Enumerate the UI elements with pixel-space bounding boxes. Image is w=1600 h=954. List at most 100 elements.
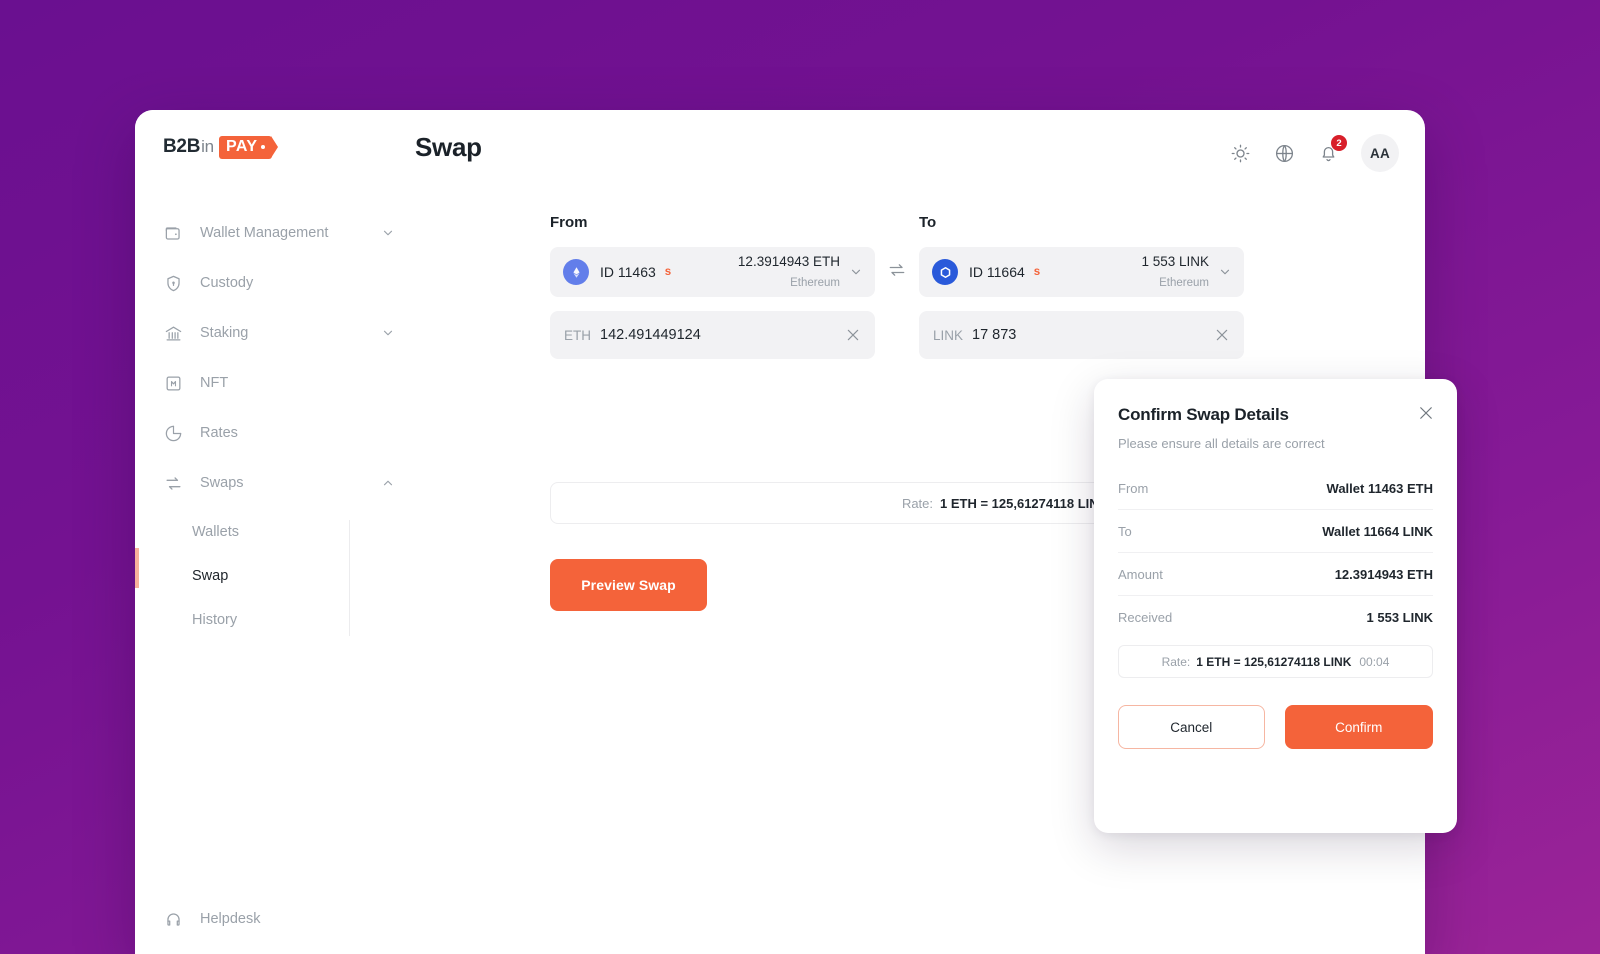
page-title: Swap xyxy=(415,132,482,162)
confirm-swap-modal: Confirm Swap Details Please ensure all d… xyxy=(1094,379,1457,833)
chevron-down-icon[interactable] xyxy=(849,265,863,279)
to-network: Ethereum xyxy=(1159,277,1209,289)
sidebar-item-swaps[interactable]: Swaps xyxy=(135,458,415,508)
swap-loop-icon xyxy=(163,473,183,493)
sidebar-item-custody[interactable]: Custody xyxy=(135,258,415,308)
modal-rate-timer: 00:04 xyxy=(1359,654,1390,669)
close-icon[interactable] xyxy=(845,327,861,343)
sidebar-item-label: Custody xyxy=(200,275,254,291)
to-amount-field[interactable]: LINK 17 873 xyxy=(919,311,1244,359)
from-label: From xyxy=(550,214,588,231)
sidebar-item-label: Wallet Management xyxy=(200,225,329,241)
from-wallet-balance: 12.3914943 ETH Ethereum xyxy=(738,252,840,292)
detail-row-from: From Wallet 11463 ETH xyxy=(1118,467,1433,510)
chevron-down-icon[interactable] xyxy=(381,326,395,340)
from-currency-label: ETH xyxy=(564,327,591,343)
swap-columns: From ID 11463 s 12.3914943 ETH Ethereum xyxy=(550,214,1244,359)
from-wallet-select[interactable]: ID 11463 s 12.3914943 ETH Ethereum xyxy=(550,247,875,297)
sidebar-item-nft[interactable]: NFT xyxy=(135,358,415,408)
modal-rate-value: 1 ETH = 125,61274118 LINK xyxy=(1196,654,1352,669)
sidebar-item-wallets[interactable]: Wallets xyxy=(135,510,415,554)
avatar[interactable]: AA xyxy=(1361,134,1399,172)
sidebar-item-label: Helpdesk xyxy=(200,911,261,927)
header-actions: 2 AA xyxy=(1229,132,1399,174)
modal-title: Confirm Swap Details xyxy=(1118,405,1289,424)
logo-in-text: in xyxy=(201,137,214,156)
bank-icon xyxy=(163,323,183,343)
close-icon[interactable] xyxy=(1417,404,1435,422)
sidebar-subitem-label: Wallets xyxy=(192,524,239,540)
sidebar-item-label: Swaps xyxy=(200,475,244,491)
rate-label: Rate: xyxy=(901,495,934,511)
detail-key: Amount xyxy=(1118,566,1163,582)
wallet-icon xyxy=(163,223,183,243)
sidebar-item-helpdesk[interactable]: Helpdesk xyxy=(135,884,415,954)
detail-value: Wallet 11463 ETH xyxy=(1326,480,1433,496)
sidebar-item-label: NFT xyxy=(200,375,229,391)
globe-icon[interactable] xyxy=(1273,142,1295,164)
swap-from-column: From ID 11463 s 12.3914943 ETH Ethereum xyxy=(550,214,875,359)
pie-chart-icon xyxy=(163,423,183,443)
to-wallet-id: ID 11664 xyxy=(969,264,1025,280)
sidebar-item-wallet-management[interactable]: Wallet Management xyxy=(135,208,415,258)
bell-icon[interactable]: 2 xyxy=(1317,135,1347,164)
sidebar-submenu-swaps: Wallets Swap History xyxy=(135,510,415,642)
swap-direction-icon[interactable] xyxy=(875,245,919,295)
sidebar-item-swap[interactable]: Swap xyxy=(135,554,415,598)
chevron-up-icon[interactable] xyxy=(381,476,395,490)
sidebar-subitem-label: History xyxy=(192,612,238,628)
to-currency-label: LINK xyxy=(933,327,964,343)
to-label: To xyxy=(919,214,937,231)
to-wallet-select[interactable]: ID 11664 s 1 553 LINK Ethereum xyxy=(919,247,1244,297)
detail-value: 12.3914943 ETH xyxy=(1334,566,1433,582)
chevron-down-icon[interactable] xyxy=(1218,265,1232,279)
logo-dot-icon xyxy=(261,144,266,149)
modal-detail-rows: From Wallet 11463 ETH To Wallet 11664 LI… xyxy=(1118,467,1433,639)
nft-icon xyxy=(163,373,183,393)
from-amount-input[interactable]: 142.491449124 xyxy=(600,327,701,343)
detail-row-received: Received 1 553 LINK xyxy=(1118,596,1433,639)
from-wallet-id: ID 11463 xyxy=(600,264,656,280)
rate-value: 1 ETH = 125,61274118 LINK xyxy=(940,495,1109,511)
logo-pay-text: PAY xyxy=(225,137,258,155)
sidebar-item-rates[interactable]: Rates xyxy=(135,408,415,458)
logo-b2b-text: B2B xyxy=(163,136,201,157)
sun-icon[interactable] xyxy=(1229,142,1251,164)
from-wallet-badge: s xyxy=(664,266,672,278)
b2binpay-logo[interactable]: B2B in PAY xyxy=(163,134,273,160)
logo-pay-tag: PAY xyxy=(218,135,273,159)
detail-key: From xyxy=(1118,480,1149,496)
modal-buttons: Cancel Confirm xyxy=(1118,705,1433,749)
sidebar-item-history[interactable]: History xyxy=(135,598,415,642)
to-balance-value: 1 553 LINK xyxy=(1141,254,1209,269)
swap-to-column: To ID 11664 s 1 553 LINK Ethereum LINK 1… xyxy=(919,214,1244,359)
detail-value: 1 553 LINK xyxy=(1366,610,1433,625)
from-network: Ethereum xyxy=(790,277,840,289)
active-page-indicator xyxy=(135,548,139,588)
close-icon[interactable] xyxy=(1214,327,1230,343)
to-wallet-balance: 1 553 LINK Ethereum xyxy=(1141,252,1209,292)
preview-swap-button[interactable]: Preview Swap xyxy=(550,559,707,611)
sidebar-item-staking[interactable]: Staking xyxy=(135,308,415,358)
to-wallet-badge: s xyxy=(1033,266,1041,278)
sidebar-item-label: Staking xyxy=(200,325,249,341)
chevron-down-icon[interactable] xyxy=(381,226,395,240)
to-amount-input[interactable]: 17 873 xyxy=(972,327,1016,343)
confirm-button[interactable]: Confirm xyxy=(1284,705,1433,749)
modal-rate-bar: Rate: 1 ETH = 125,61274118 LINK 00:04 xyxy=(1118,645,1433,678)
detail-value: Wallet 11664 LINK xyxy=(1322,523,1433,539)
sidebar-nav: Wallet Management Custody Staking NFT Ra… xyxy=(135,208,415,642)
detail-key: To xyxy=(1118,523,1132,539)
modal-subtitle: Please ensure all details are correct xyxy=(1118,436,1325,451)
headset-icon xyxy=(163,909,183,929)
ethereum-icon xyxy=(563,259,589,285)
sidebar: B2B in PAY Wallet Management Custody Sta… xyxy=(135,110,415,954)
sidebar-subitem-label: Swap xyxy=(192,568,229,584)
from-amount-field[interactable]: ETH 142.491449124 xyxy=(550,311,875,359)
sidebar-item-label: Rates xyxy=(200,425,238,441)
modal-rate-label: Rate: xyxy=(1161,654,1191,669)
cancel-button[interactable]: Cancel xyxy=(1118,705,1265,749)
detail-row-to: To Wallet 11664 LINK xyxy=(1118,510,1433,553)
detail-key: Received xyxy=(1118,610,1173,625)
shield-icon xyxy=(163,273,183,293)
